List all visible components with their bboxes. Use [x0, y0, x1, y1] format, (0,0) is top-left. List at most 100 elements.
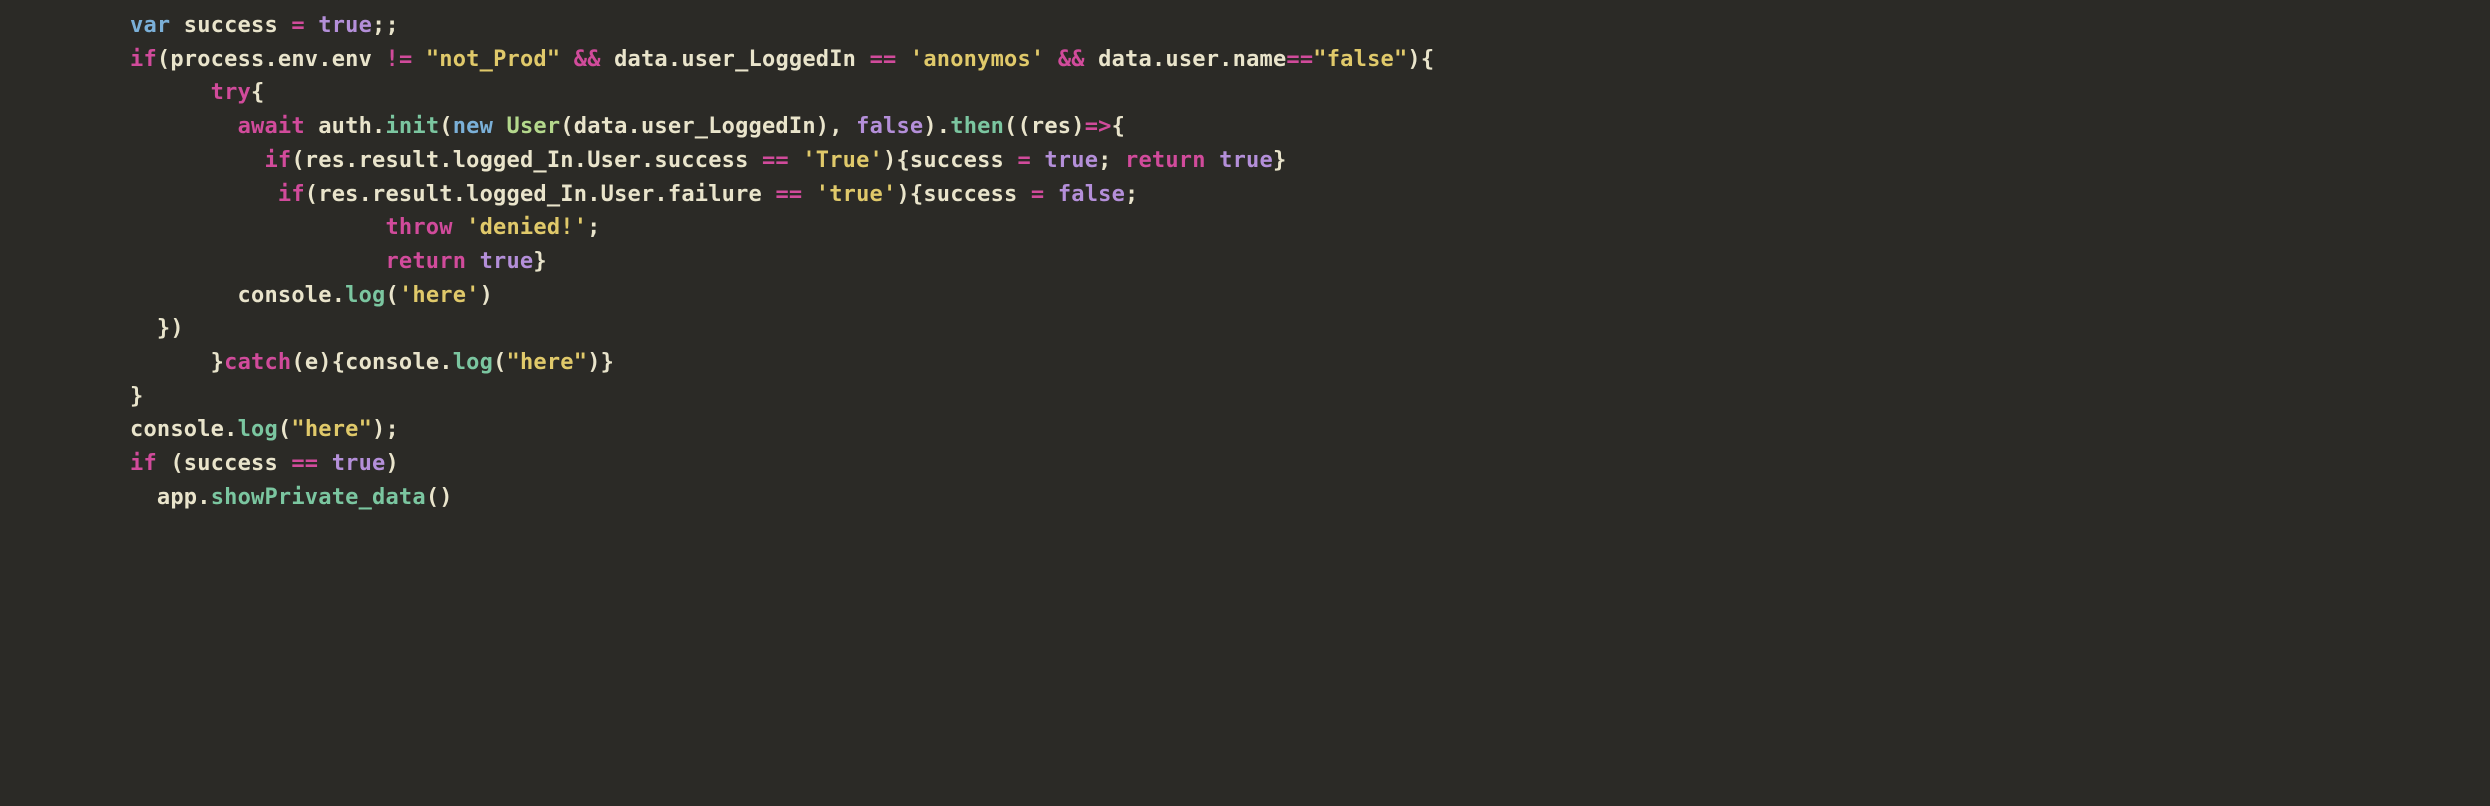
code-token: == [762, 148, 789, 173]
code-token: . [628, 114, 641, 139]
code-token: try [211, 80, 251, 105]
code-token: var [130, 13, 184, 38]
code-token: success [184, 13, 292, 38]
code-token: . [332, 283, 345, 308]
code-token: . [439, 148, 452, 173]
code-token [130, 182, 278, 207]
code-token: ( [439, 114, 452, 139]
code-token: env [332, 47, 386, 72]
code-token: . [439, 350, 452, 375]
code-token [130, 350, 211, 375]
code-token: } [533, 249, 546, 274]
code-token: . [318, 47, 331, 72]
code-token: success [923, 182, 1031, 207]
code-token [453, 215, 466, 240]
code-token: res [1031, 114, 1071, 139]
code-token [130, 249, 385, 274]
code-token: . [453, 182, 466, 207]
code-token: } [211, 350, 224, 375]
code-token: ; [1098, 148, 1125, 173]
code-token: ){ [883, 148, 910, 173]
code-token: ; [1125, 182, 1138, 207]
code-token: then [950, 114, 1004, 139]
code-token [1031, 148, 1044, 173]
code-token [466, 249, 479, 274]
code-token: == [775, 182, 802, 207]
code-token: success [184, 451, 292, 476]
code-token: true [332, 451, 386, 476]
code-token: res [318, 182, 358, 207]
code-token: "not_Prod" [426, 47, 560, 72]
code-token: false [856, 114, 923, 139]
code-token [1044, 47, 1057, 72]
code-token: auth [305, 114, 372, 139]
code-token: ( [305, 182, 318, 207]
code-token: 'here' [399, 283, 480, 308]
code-token: data [601, 47, 668, 72]
code-token: res [305, 148, 345, 173]
code-token: log [238, 417, 278, 442]
code-token: . [587, 182, 600, 207]
code-token: user [1165, 47, 1219, 72]
code-token: throw [385, 215, 452, 240]
code-token [896, 47, 909, 72]
code-token: ){ [1407, 47, 1434, 72]
code-token: console [345, 350, 439, 375]
code-token: ) [480, 283, 493, 308]
code-token: ( [493, 350, 506, 375]
code-token: ); [372, 417, 399, 442]
code-token [412, 47, 425, 72]
code-token: 'true' [816, 182, 897, 207]
code-token: new [453, 114, 493, 139]
code-token: && [1058, 47, 1085, 72]
code-token: if [130, 451, 157, 476]
code-token: success [910, 148, 1018, 173]
code-token: }) [130, 316, 184, 341]
code-token: } [1273, 148, 1286, 173]
code-token: (( [1004, 114, 1031, 139]
code-token: ) [1071, 114, 1084, 139]
code-token: failure [668, 182, 776, 207]
code-token: true [480, 249, 534, 274]
code-token: ( [291, 350, 304, 375]
code-token [1044, 182, 1057, 207]
code-token: console [130, 417, 224, 442]
code-token: await [238, 114, 305, 139]
code-token: ){ [318, 350, 345, 375]
code-token: true [318, 13, 372, 38]
code-token: if [264, 148, 291, 173]
code-token: env [278, 47, 318, 72]
code-token: ( [560, 114, 573, 139]
code-token: ) [385, 451, 398, 476]
code-token [130, 148, 264, 173]
code-token [493, 114, 506, 139]
code-token: == [291, 451, 318, 476]
code-token: { [1112, 114, 1125, 139]
code-token: init [385, 114, 439, 139]
code-token: User [507, 114, 561, 139]
code-block: var success = true;; if(process.env.env … [0, 0, 2490, 540]
code-token: result [359, 148, 440, 173]
code-token: return [385, 249, 466, 274]
code-token: = [1031, 182, 1044, 207]
code-token: return [1125, 148, 1206, 173]
code-token: } [130, 384, 143, 409]
code-token: false [1058, 182, 1125, 207]
code-token: true [1219, 148, 1273, 173]
code-token [560, 47, 573, 72]
code-token: 'True' [802, 148, 883, 173]
code-token: 'anonymos' [910, 47, 1044, 72]
code-token: ), [816, 114, 856, 139]
code-token: { [251, 80, 264, 105]
code-token: console [130, 283, 332, 308]
code-token [1206, 148, 1219, 173]
code-token: . [668, 47, 681, 72]
code-token: if [130, 47, 157, 72]
code-token: . [345, 148, 358, 173]
code-token: . [359, 182, 372, 207]
code-token: ;; [372, 13, 399, 38]
code-token: "here" [291, 417, 372, 442]
code-token: = [291, 13, 304, 38]
code-token: name [1233, 47, 1287, 72]
code-token: ( [278, 417, 291, 442]
